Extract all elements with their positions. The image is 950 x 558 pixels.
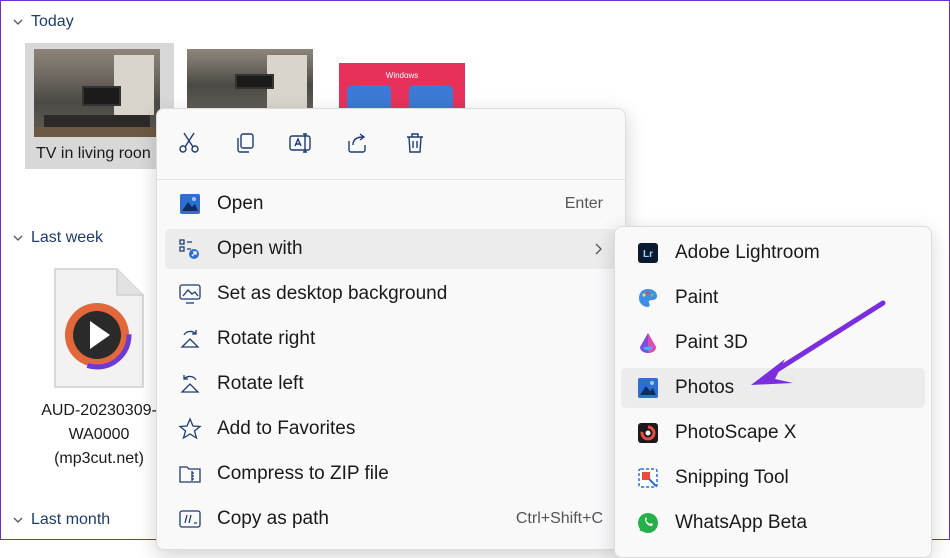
submenu-item-label: PhotoScape X	[675, 422, 797, 443]
chevron-down-icon	[13, 19, 23, 25]
share-button[interactable]	[341, 127, 373, 159]
submenu-item-whatsapp-beta[interactable]: WhatsApp Beta	[621, 503, 925, 543]
thumbnail-text: Windows	[385, 71, 419, 80]
photo-thumbnail	[34, 49, 160, 137]
submenu-item-label: Photos	[675, 377, 735, 398]
menu-item-label: Copy as path	[217, 508, 329, 529]
menu-item-label: Rotate left	[217, 373, 304, 394]
menu-item-add-to-favorites[interactable]: Add to Favorites	[165, 409, 617, 449]
file-name-line: (mp3cut.net)	[54, 450, 144, 467]
photo-thumbnail	[187, 49, 313, 109]
photoscape-icon	[635, 420, 661, 446]
delete-button[interactable]	[399, 127, 431, 159]
file-name-line: AUD-20230309-	[41, 402, 157, 419]
menu-item-label: Add to Favorites	[217, 418, 356, 439]
menu-item-set-desktop-background[interactable]: Set as desktop background	[165, 274, 617, 314]
submenu-item-label: WhatsApp Beta	[675, 512, 808, 533]
cut-button[interactable]	[173, 127, 205, 159]
paint-icon	[635, 285, 661, 311]
star-icon	[177, 416, 203, 442]
rename-icon	[289, 133, 311, 153]
rotate-right-icon	[177, 326, 203, 352]
file-name: AUD-20230309- WA0000 (mp3cut.net)	[29, 399, 169, 471]
rotate-left-icon	[177, 371, 203, 397]
file-tile-windows-image[interactable]: Windows	[331, 43, 471, 113]
shortcut-text: Enter	[564, 195, 603, 212]
menu-item-label: Open with	[217, 238, 303, 259]
rename-button[interactable]	[285, 127, 317, 159]
submenu-item-label: Paint	[675, 287, 719, 308]
submenu-item-adobe-lightroom[interactable]: Lr Adobe Lightroom	[621, 233, 925, 273]
group-header-last-month[interactable]: Last month	[13, 511, 110, 529]
open-with-icon	[177, 236, 203, 262]
submenu-item-label: Paint 3D	[675, 332, 748, 353]
cut-icon	[179, 132, 199, 153]
group-title: Last month	[31, 511, 111, 528]
chevron-down-icon	[13, 517, 23, 523]
file-tile-photo1[interactable]: TV in living roon	[25, 43, 174, 169]
group-title: Last week	[31, 229, 104, 246]
submenu-item-snipping-tool[interactable]: Snipping Tool	[621, 458, 925, 498]
file-name: TV in living roon	[36, 145, 151, 162]
menu-item-copy-as-path[interactable]: Copy as path Ctrl+Shift+C	[165, 499, 617, 539]
paint-3d-icon	[635, 330, 661, 356]
lightroom-icon-text: Lr	[643, 249, 653, 260]
menu-item-label: Rotate right	[217, 328, 316, 349]
context-menu: Open Enter Open with Set as desktop back…	[156, 108, 626, 550]
delete-icon	[407, 133, 423, 153]
audio-file-icon	[54, 268, 144, 388]
menu-item-rotate-left[interactable]: Rotate left	[165, 364, 617, 404]
menu-item-rotate-right[interactable]: Rotate right	[165, 319, 617, 359]
menu-item-label: Set as desktop background	[217, 283, 448, 304]
lightroom-icon: Lr	[635, 240, 661, 266]
file-tile-photo2[interactable]	[181, 43, 321, 113]
quick-actions-bar	[157, 109, 625, 180]
menu-item-label: Open	[217, 193, 264, 214]
group-header-today[interactable]: Today	[13, 13, 74, 31]
menu-item-label: Compress to ZIP file	[217, 463, 389, 484]
submenu-item-label: Snipping Tool	[675, 467, 789, 488]
submenu-item-photoscape-x[interactable]: PhotoScape X	[621, 413, 925, 453]
photos-app-icon	[635, 375, 661, 401]
share-icon	[348, 133, 366, 153]
chevron-right-icon	[595, 243, 602, 255]
menu-item-compress-zip[interactable]: Compress to ZIP file	[165, 454, 617, 494]
menu-item-open[interactable]: Open Enter	[165, 184, 617, 224]
copy-path-icon	[177, 506, 203, 532]
annotation-arrow-icon	[751, 300, 886, 385]
snipping-tool-icon	[635, 465, 661, 491]
submenu-item-label: Adobe Lightroom	[675, 242, 820, 263]
shortcut-text: Ctrl+Shift+C	[515, 510, 603, 527]
chevron-down-icon	[13, 235, 23, 241]
image-thumbnail: Windows	[339, 63, 465, 113]
file-name-line: WA0000	[68, 426, 130, 443]
group-title: Today	[31, 13, 74, 30]
menu-item-open-with[interactable]: Open with	[165, 229, 617, 269]
file-tile-audio[interactable]: AUD-20230309- WA0000 (mp3cut.net)	[29, 263, 169, 473]
desktop-background-icon	[177, 281, 203, 307]
whatsapp-icon	[635, 510, 661, 536]
copy-button[interactable]	[229, 127, 261, 159]
copy-icon	[237, 133, 254, 153]
group-header-last-week[interactable]: Last week	[13, 229, 103, 247]
zip-folder-icon	[177, 461, 203, 487]
photos-app-icon	[177, 191, 203, 217]
